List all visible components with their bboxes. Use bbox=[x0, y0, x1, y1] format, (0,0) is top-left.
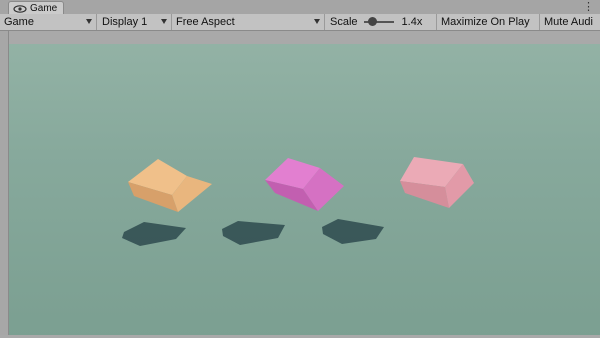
kebab-menu-icon[interactable]: ⋮ bbox=[583, 0, 594, 13]
game-toolbar: Game Display 1 Free Aspect Scale 1.4x Ma… bbox=[0, 14, 600, 31]
cube-shadows bbox=[122, 219, 384, 246]
maximize-on-play-toggle[interactable]: Maximize On Play bbox=[437, 14, 540, 30]
aspect-label: Free Aspect bbox=[176, 16, 235, 28]
scale-value: 1.4x bbox=[401, 16, 423, 28]
game-window: Game ⋮ Game Display 1 Free Aspect Scale … bbox=[0, 0, 600, 338]
viewport-top-bezel bbox=[0, 31, 600, 44]
viewport-left-bezel bbox=[0, 31, 9, 338]
scene-render bbox=[122, 157, 474, 246]
magenta-cube bbox=[265, 158, 344, 211]
chevron-down-icon bbox=[86, 19, 92, 24]
scale-label: Scale bbox=[330, 16, 358, 28]
chevron-down-icon bbox=[161, 19, 167, 24]
maximize-on-play-label: Maximize On Play bbox=[441, 16, 530, 28]
scale-slider[interactable] bbox=[363, 17, 394, 26]
mute-audio-toggle[interactable]: Mute Audi bbox=[540, 14, 600, 30]
view-mode-dropdown[interactable]: Game bbox=[0, 14, 97, 30]
game-viewport[interactable] bbox=[0, 31, 600, 338]
scale-slider-knob[interactable] bbox=[367, 17, 377, 26]
chevron-down-icon bbox=[314, 19, 320, 24]
orange-cube-shadow bbox=[122, 222, 186, 246]
tab-bar: Game ⋮ bbox=[0, 0, 600, 15]
game-eye-icon bbox=[13, 4, 27, 13]
view-mode-label: Game bbox=[4, 16, 34, 28]
aspect-dropdown[interactable]: Free Aspect bbox=[172, 14, 325, 30]
pink-cube bbox=[400, 157, 474, 208]
orange-cube bbox=[128, 159, 212, 212]
tab-game[interactable]: Game bbox=[8, 1, 65, 15]
display-label: Display 1 bbox=[102, 16, 148, 28]
mute-audio-label: Mute Audi bbox=[544, 16, 593, 28]
display-dropdown[interactable]: Display 1 bbox=[97, 14, 172, 30]
pink-cube-shadow bbox=[322, 219, 384, 244]
scale-control: Scale 1.4x bbox=[325, 14, 437, 30]
magenta-cube-shadow bbox=[222, 221, 285, 245]
tab-title: Game bbox=[30, 3, 58, 14]
